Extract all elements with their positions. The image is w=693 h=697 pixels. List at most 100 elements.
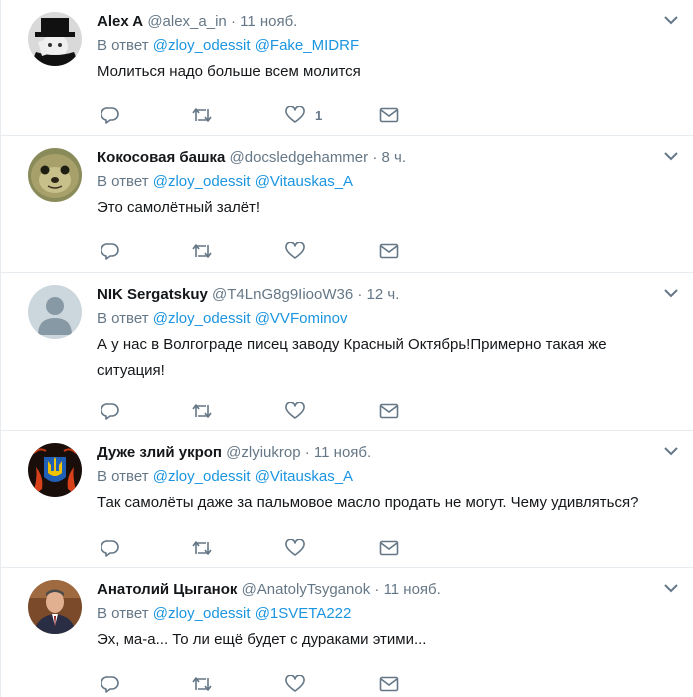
author-fullname[interactable]: Alex A — [97, 13, 143, 30]
direct-message-button[interactable] — [379, 105, 399, 125]
tweet-header: Alex A @alex_a_in · 11 нояб. — [97, 12, 674, 32]
reply-button[interactable] — [101, 674, 119, 694]
mention-link[interactable]: @zloy_odessit — [153, 605, 251, 622]
mention-link[interactable]: @Vitauskas_A — [255, 173, 353, 190]
like-button[interactable] — [285, 674, 305, 694]
reply-button[interactable] — [101, 241, 119, 261]
envelope-icon — [379, 403, 399, 419]
retweet-button[interactable] — [191, 105, 213, 125]
author-fullname[interactable]: Кокосовая башка — [97, 149, 225, 166]
reply-context: В ответ @zloy_odessit @VVFominov — [97, 309, 674, 329]
tweet-actions — [101, 401, 421, 421]
tweet-timestamp[interactable]: 11 нояб. — [314, 444, 371, 461]
like-button[interactable] — [285, 538, 305, 558]
tweet[interactable]: Кокосовая башка @docsledgehammer · 8 ч. … — [1, 136, 693, 273]
reply-prefix: В ответ — [97, 173, 149, 190]
author-username[interactable]: @AnatolyTsyganok — [242, 581, 371, 598]
reply-icon — [101, 243, 119, 260]
mention-link[interactable]: @Vitauskas_A — [255, 468, 353, 485]
reply-button[interactable] — [101, 401, 119, 421]
avatar[interactable] — [28, 580, 82, 634]
retweet-icon — [192, 541, 212, 555]
envelope-icon — [379, 540, 399, 556]
default-profile-avatar-icon — [28, 285, 82, 339]
author-fullname[interactable]: Анатолий Цыганок — [97, 581, 237, 598]
chevron-down-icon[interactable] — [663, 287, 679, 299]
mention-link[interactable]: @zloy_odessit — [153, 173, 251, 190]
author-fullname[interactable]: NIK Sergatskuy — [97, 286, 208, 303]
avatar[interactable] — [28, 443, 82, 497]
tweet-timestamp[interactable]: 11 нояб. — [384, 581, 441, 598]
reply-icon — [101, 403, 119, 420]
like-button[interactable] — [285, 241, 305, 261]
author-username[interactable]: @zlyiukrop — [226, 444, 300, 461]
direct-message-button[interactable] — [379, 538, 399, 558]
mention-link[interactable]: @Fake_MIDRF — [255, 37, 359, 54]
retweet-button[interactable] — [191, 538, 213, 558]
reply-icon — [101, 540, 119, 557]
avatar[interactable] — [28, 285, 82, 339]
retweet-button[interactable] — [191, 674, 213, 694]
tweet-timestamp[interactable]: 11 нояб. — [240, 13, 297, 30]
separator-dot: · — [304, 444, 310, 461]
tweet-text: Молиться надо больше всем молится — [97, 63, 361, 80]
mention-link[interactable]: @zloy_odessit — [153, 468, 251, 485]
author-username[interactable]: @T4LnG8g9IiooW36 — [212, 286, 353, 303]
direct-message-button[interactable] — [379, 401, 399, 421]
tweet-header: Дуже злий укроп @zlyiukrop · 11 нояб. — [97, 443, 674, 463]
author-username[interactable]: @docsledgehammer — [230, 149, 369, 166]
heart-icon — [285, 539, 305, 556]
tweet-content: NIK Sergatskuy @T4LnG8g9IiooW36 · 12 ч. … — [97, 285, 674, 384]
reply-prefix: В ответ — [97, 310, 149, 327]
reply-context: В ответ @zloy_odessit @Vitauskas_A — [97, 467, 674, 487]
tweet-timestamp[interactable]: 12 ч. — [367, 286, 400, 303]
separator-dot: · — [374, 581, 380, 598]
chevron-down-icon[interactable] — [663, 14, 679, 26]
direct-message-button[interactable] — [379, 674, 399, 694]
tweet-header: Анатолий Цыганок @AnatolyTsyganok · 11 н… — [97, 580, 674, 600]
retweet-button[interactable] — [191, 241, 213, 261]
tweet-header: NIK Sergatskuy @T4LnG8g9IiooW36 · 12 ч. — [97, 285, 674, 305]
avatar[interactable] — [28, 148, 82, 202]
retweet-icon — [192, 108, 212, 122]
tweet-actions — [101, 538, 421, 558]
tweet-actions — [101, 674, 421, 694]
reply-button[interactable] — [101, 105, 119, 125]
like-button[interactable]: 1 — [285, 105, 322, 125]
separator-dot: · — [230, 13, 236, 30]
reply-prefix: В ответ — [97, 468, 149, 485]
reply-context: В ответ @zloy_odessit @Fake_MIDRF — [97, 36, 674, 56]
tweet[interactable]: NIK Sergatskuy @T4LnG8g9IiooW36 · 12 ч. … — [1, 273, 693, 431]
retweet-button[interactable] — [191, 401, 213, 421]
direct-message-button[interactable] — [379, 241, 399, 261]
tweet-actions — [101, 241, 421, 261]
mention-link[interactable]: @1SVETA222 — [255, 605, 352, 622]
reply-context: В ответ @zloy_odessit @1SVETA222 — [97, 604, 674, 624]
tweet[interactable]: Alex A @alex_a_in · 11 нояб. В ответ @zl… — [1, 0, 693, 136]
reply-icon — [101, 676, 119, 693]
like-count: 1 — [315, 107, 323, 123]
heart-icon — [285, 402, 305, 419]
like-button[interactable] — [285, 401, 305, 421]
separator-dot: · — [372, 149, 378, 166]
chevron-down-icon[interactable] — [663, 150, 679, 162]
mention-link[interactable]: @zloy_odessit — [153, 37, 251, 54]
seal-face-avatar-icon — [28, 148, 82, 202]
tweet-timestamp[interactable]: 8 ч. — [382, 149, 407, 166]
author-fullname[interactable]: Дуже злий укроп — [97, 444, 222, 461]
mention-link[interactable]: @VVFominov — [255, 310, 348, 327]
reply-button[interactable] — [101, 538, 119, 558]
heart-icon — [285, 242, 305, 259]
envelope-icon — [379, 243, 399, 259]
author-username[interactable]: @alex_a_in — [147, 13, 226, 30]
retweet-icon — [192, 244, 212, 258]
reply-prefix: В ответ — [97, 37, 149, 54]
tweet-content: Анатолий Цыганок @AnatolyTsyganok · 11 н… — [97, 580, 674, 653]
chevron-down-icon[interactable] — [663, 582, 679, 594]
avatar[interactable] — [28, 12, 82, 66]
tweet[interactable]: Дуже злий укроп @zlyiukrop · 11 нояб. В … — [1, 431, 693, 568]
mention-link[interactable]: @zloy_odessit — [153, 310, 251, 327]
tweet[interactable]: Анатолий Цыганок @AnatolyTsyganok · 11 н… — [1, 568, 693, 697]
chevron-down-icon[interactable] — [663, 445, 679, 457]
reply-prefix: В ответ — [97, 605, 149, 622]
